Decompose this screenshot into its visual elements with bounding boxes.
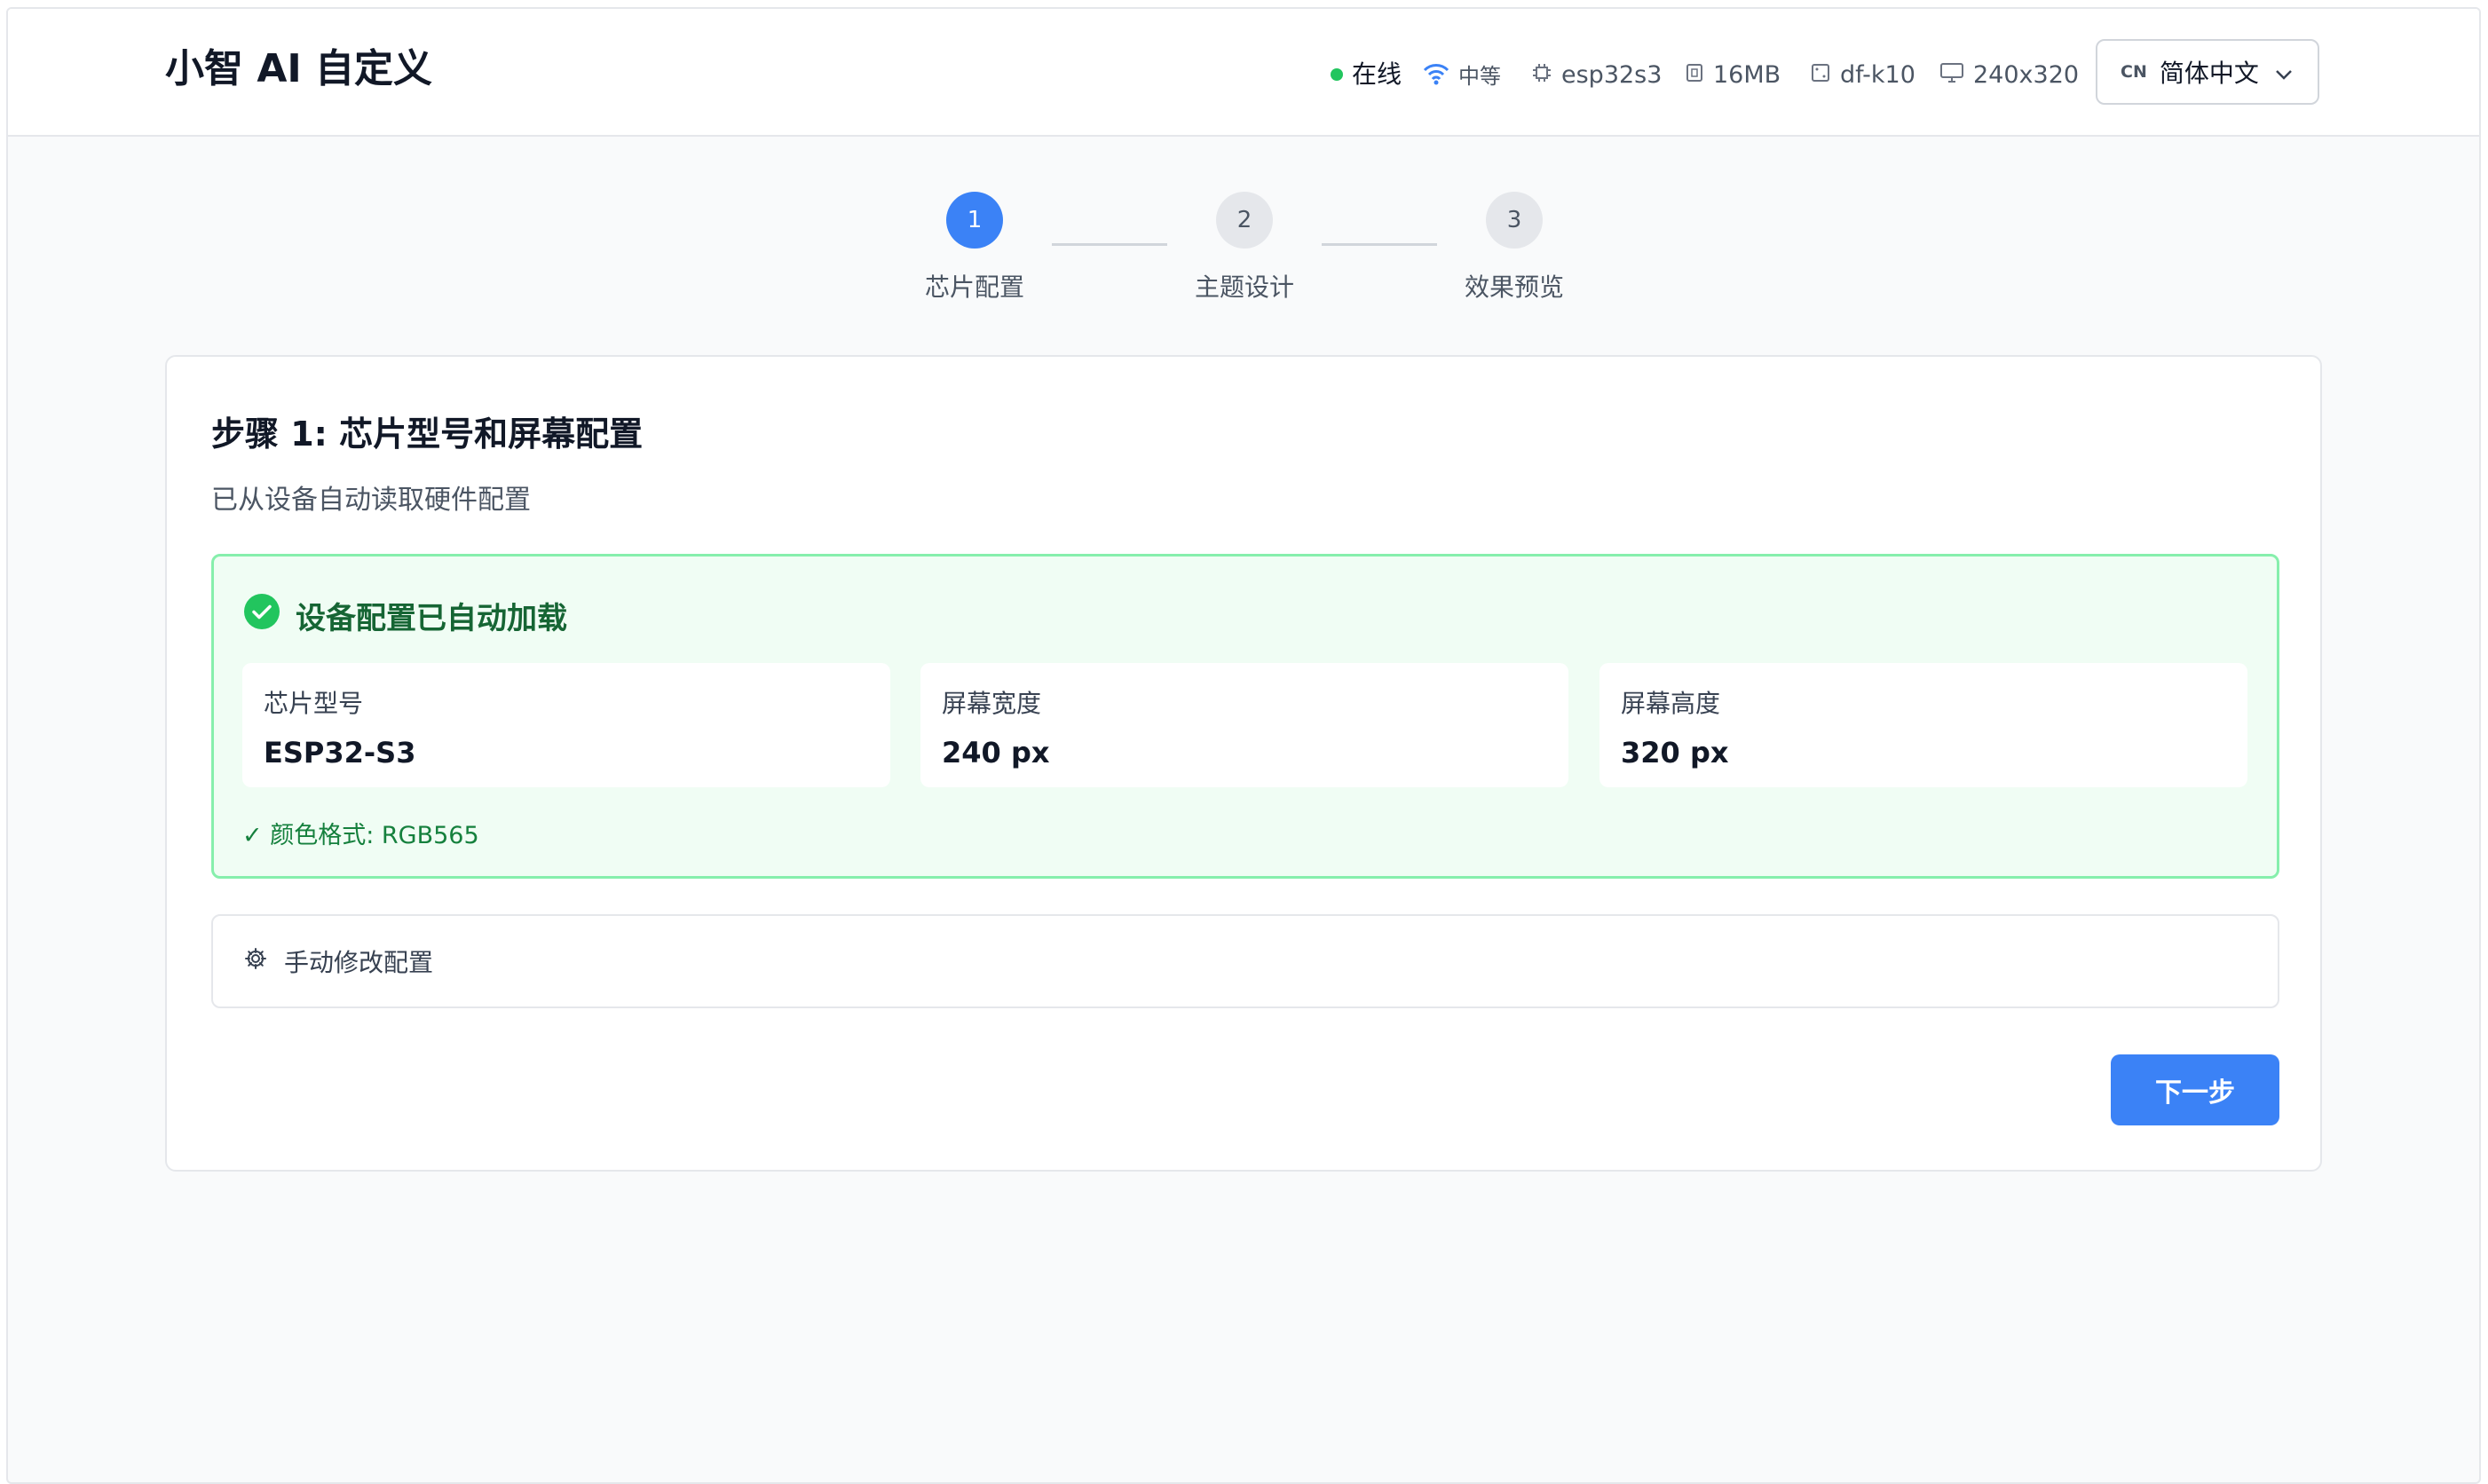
check-circle-icon bbox=[244, 594, 280, 637]
header: 小智 AI 自定义 在线 中等 esp32s3 16MB df-k10 240x… bbox=[8, 9, 2479, 137]
wifi-icon bbox=[1423, 62, 1449, 90]
config-card: 步骤 1: 芯片型号和屏幕配置 已从设备自动读取硬件配置 设备配置已自动加载 芯… bbox=[165, 355, 2322, 1172]
step-2-label: 主题设计 bbox=[1195, 272, 1295, 302]
board-label: df-k10 bbox=[1840, 61, 1915, 89]
screen-width-value: 240 px bbox=[942, 736, 1050, 770]
card-subtitle: 已从设备自动读取硬件配置 bbox=[211, 485, 531, 516]
auto-config-panel: 设备配置已自动加载 芯片型号 ESP32-S3 屏幕宽度 240 px 屏幕高度… bbox=[211, 554, 2279, 879]
screen-height-box: 屏幕高度 320 px bbox=[1599, 663, 2247, 787]
chip-icon bbox=[1531, 62, 1552, 88]
board-icon bbox=[1810, 62, 1831, 88]
language-select[interactable]: CN 简体中文 bbox=[2096, 39, 2319, 105]
memory-icon bbox=[1685, 62, 1704, 88]
app-window: 小智 AI 自定义 在线 中等 esp32s3 16MB df-k10 240x… bbox=[6, 7, 2481, 1484]
gear-icon bbox=[243, 946, 268, 977]
flash-label: 16MB bbox=[1713, 61, 1781, 89]
screen-height-value: 320 px bbox=[1621, 736, 1729, 770]
card-title: 步骤 1: 芯片型号和屏幕配置 bbox=[211, 414, 644, 454]
color-format-note: ✓ 颜色格式: RGB565 bbox=[242, 822, 479, 849]
success-heading-text: 设备配置已自动加载 bbox=[296, 601, 567, 636]
step-2-circle[interactable]: 2 bbox=[1216, 192, 1273, 249]
language-code: CN bbox=[2121, 62, 2147, 82]
screen-height-label: 屏幕高度 bbox=[1621, 689, 1721, 718]
manual-config-label: 手动修改配置 bbox=[284, 948, 434, 977]
resolution-status: 240x320 bbox=[1939, 62, 2079, 88]
next-button[interactable]: 下一步 bbox=[2111, 1054, 2279, 1125]
resolution-label: 240x320 bbox=[1973, 61, 2080, 89]
chip-status: esp32s3 bbox=[1531, 62, 1662, 88]
online-label: 在线 bbox=[1352, 59, 1402, 89]
screen-width-label: 屏幕宽度 bbox=[942, 689, 1042, 718]
chip-label: esp32s3 bbox=[1561, 61, 1663, 89]
screen-width-box: 屏幕宽度 240 px bbox=[920, 663, 1568, 787]
chip-model-label: 芯片型号 bbox=[264, 689, 364, 718]
step-1-circle[interactable]: 1 bbox=[946, 192, 1003, 249]
online-dot-icon bbox=[1331, 68, 1343, 81]
chevron-down-icon bbox=[2273, 62, 2294, 91]
signal-label: 中等 bbox=[1458, 63, 1501, 89]
step-3-label: 效果预览 bbox=[1465, 272, 1565, 302]
chip-model-value: ESP32-S3 bbox=[264, 736, 416, 770]
app-title: 小智 AI 自定义 bbox=[165, 46, 433, 91]
step-connector bbox=[1322, 243, 1437, 246]
monitor-icon bbox=[1939, 62, 1964, 88]
success-heading: 设备配置已自动加载 bbox=[244, 594, 567, 637]
board-status: df-k10 bbox=[1810, 62, 1915, 88]
manual-config-toggle[interactable]: 手动修改配置 bbox=[211, 914, 2279, 1008]
flash-status: 16MB bbox=[1685, 62, 1781, 88]
language-label: 简体中文 bbox=[2159, 59, 2259, 88]
step-3-circle[interactable]: 3 bbox=[1486, 192, 1543, 249]
online-status: 在线 bbox=[1331, 62, 1402, 87]
chip-model-box: 芯片型号 ESP32-S3 bbox=[242, 663, 890, 787]
step-connector bbox=[1052, 243, 1167, 246]
signal-status: 中等 bbox=[1423, 62, 1501, 90]
step-1-label: 芯片配置 bbox=[925, 272, 1025, 302]
